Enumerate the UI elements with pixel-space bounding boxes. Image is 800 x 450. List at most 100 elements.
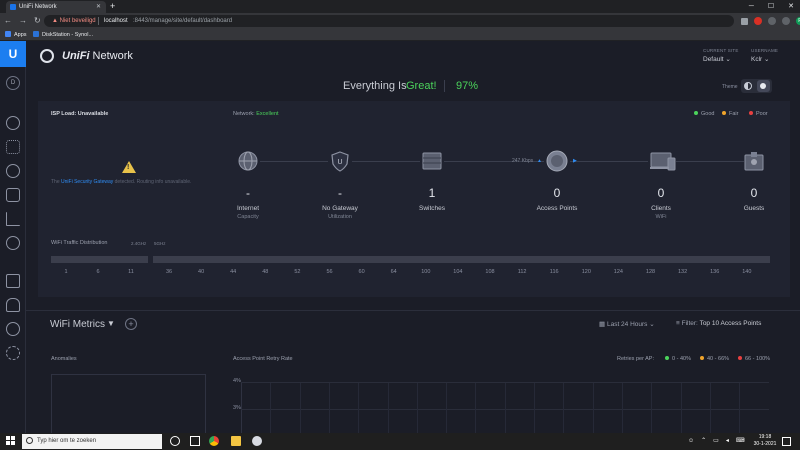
file-explorer-icon[interactable]: [231, 436, 241, 446]
adblock-extension-icon[interactable]: [754, 17, 762, 25]
grid-vertical-line: [563, 383, 565, 433]
network-icon[interactable]: ▭: [713, 434, 719, 449]
new-tab-button[interactable]: +: [110, 1, 115, 12]
dashboard-icon[interactable]: [6, 116, 20, 130]
gateway-shield-icon[interactable]: U: [329, 150, 351, 172]
windows-start-icon[interactable]: [6, 436, 16, 446]
caret-down-icon[interactable]: ▼: [107, 319, 115, 328]
username-select[interactable]: Kclr ⌄: [751, 55, 769, 64]
events-icon[interactable]: [6, 274, 20, 288]
channel-label: 108: [485, 269, 495, 275]
unifi-favicon-icon: [10, 4, 16, 10]
devices-icon[interactable]: [6, 164, 20, 178]
start-tile: [6, 441, 10, 445]
close-window-icon[interactable]: ✕: [788, 0, 794, 13]
chrome-icon[interactable]: [209, 436, 219, 446]
channel-label: 36: [165, 269, 173, 275]
status-percent: 97%: [456, 80, 479, 92]
insights-icon[interactable]: [6, 236, 20, 250]
cortana-icon[interactable]: [170, 436, 180, 446]
time-range-select[interactable]: ▦ Last 24 Hours ⌄: [599, 320, 655, 328]
tray-chevron-icon[interactable]: ⌃: [701, 434, 706, 449]
puzzle-icon[interactable]: [782, 17, 790, 25]
usg-msg-pre: The: [51, 179, 62, 185]
theme-contrast-icon[interactable]: [744, 82, 752, 90]
switch-icon[interactable]: [421, 150, 443, 172]
forward-icon[interactable]: →: [19, 13, 27, 29]
bookmarks-bar: [0, 29, 800, 41]
back-icon[interactable]: ←: [4, 13, 12, 29]
navigation-buttons: ← → ↻: [4, 13, 41, 29]
laptop-clients-icon[interactable]: [650, 150, 676, 172]
isp-load-label: ISP Load:: [51, 111, 78, 117]
site-switcher[interactable]: D: [6, 76, 20, 90]
grid-vertical-line: [475, 383, 477, 433]
ap-filter[interactable]: ≡ Filter: Top 10 Access Points: [676, 320, 761, 327]
chevron-down-icon: ⌄: [725, 56, 731, 63]
volume-icon[interactable]: ◂: [726, 434, 729, 449]
legend-dot: [694, 111, 698, 115]
grid-vertical-line: [387, 383, 389, 433]
url-host: localhost: [104, 18, 128, 24]
app-icon[interactable]: [252, 436, 262, 446]
security-warning[interactable]: ▲ Niet beveiligd: [52, 15, 96, 27]
task-view-icon[interactable]: [190, 436, 200, 446]
channel-label: 60: [358, 269, 365, 275]
topology-link: [352, 161, 420, 162]
device-label: Clients: [651, 205, 671, 212]
minimize-icon[interactable]: ─: [749, 0, 754, 13]
wifi-metrics-title[interactable]: WiFi Metrics: [50, 319, 105, 331]
alerts-bell-icon[interactable]: [6, 298, 20, 312]
statistics-icon[interactable]: [6, 212, 20, 226]
settings-gear-icon[interactable]: [6, 346, 20, 360]
current-site-label: CURRENT SITE: [703, 48, 739, 53]
filter-label: Filter:: [681, 320, 700, 327]
security-warning-text: Niet beveiligd: [59, 18, 96, 24]
taskbar-clock[interactable]: 19:18 30-1-2021: [752, 434, 778, 448]
guest-badge-icon[interactable]: [743, 150, 765, 172]
device-sublabel: WiFi: [655, 214, 667, 220]
svg-text:U: U: [337, 159, 342, 166]
section-divider: [26, 310, 800, 311]
grid-vertical-line: [328, 383, 330, 433]
device-label: No Gateway: [322, 205, 358, 212]
usg-link[interactable]: UniFi Security Gateway: [61, 179, 113, 185]
legend-label: Poor: [756, 111, 768, 117]
clients-icon[interactable]: [6, 188, 20, 202]
bookmark-diskstation[interactable]: DiskStation - Synol...: [33, 29, 93, 41]
channel-label: 124: [613, 269, 623, 275]
arrow-right-icon: ▶: [573, 158, 577, 164]
topology-icon[interactable]: [6, 140, 20, 154]
status-title: Everything Is: [343, 80, 407, 92]
reload-icon[interactable]: ↻: [34, 13, 41, 29]
add-metric-button[interactable]: +: [125, 318, 137, 330]
browser-tab[interactable]: UniFi Network ✕: [6, 1, 106, 13]
bookmark-apps[interactable]: Apps: [5, 29, 27, 41]
help-icon[interactable]: [6, 322, 20, 336]
people-icon[interactable]: ☺: [688, 434, 694, 449]
notifications-icon[interactable]: [782, 437, 791, 446]
grid-vertical-line: [270, 383, 272, 433]
anomalies-panel: [51, 374, 206, 434]
bookmark-label: DiskStation - Synol...: [42, 32, 94, 38]
grid-vertical-line: [680, 383, 682, 433]
warning-icon: [122, 161, 136, 173]
window-controls: ─ ☐ ✕: [749, 0, 800, 13]
maximize-icon[interactable]: ☐: [768, 0, 774, 13]
device-sublabel: Utilization: [328, 214, 352, 220]
language-icon[interactable]: ⌨: [736, 434, 745, 449]
ubiquiti-logo[interactable]: U: [0, 41, 26, 67]
channel-label: 100: [421, 269, 431, 275]
profile-avatar[interactable]: R: [796, 17, 800, 25]
access-point-icon[interactable]: [546, 150, 568, 172]
theme-dark-icon[interactable]: [757, 80, 770, 92]
current-site-select[interactable]: Default ⌄: [703, 55, 731, 64]
bookmark-star-icon[interactable]: [741, 17, 748, 25]
status-separator: [444, 80, 445, 92]
channel-label: 40: [198, 269, 205, 275]
grid-vertical-line: [299, 383, 301, 433]
channel-label: 56: [326, 269, 333, 275]
globe-icon[interactable]: [237, 150, 259, 172]
extension-icon[interactable]: [768, 17, 776, 25]
close-tab-icon[interactable]: ✕: [96, 1, 101, 13]
